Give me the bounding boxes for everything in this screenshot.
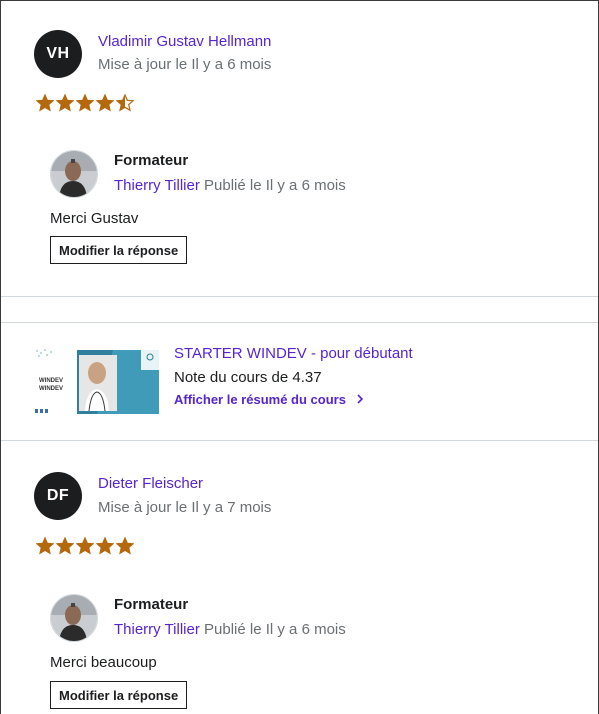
course-thumbnail[interactable]: WINDEV WINDEV [33, 347, 159, 417]
response-author-line: Thierry Tillier Publié le Il y a 6 mois [114, 621, 346, 638]
response-role: Formateur [114, 596, 189, 613]
course-summary-link-label: Afficher le résumé du cours [174, 392, 346, 407]
instructor-name[interactable]: Thierry Tillier [114, 177, 200, 194]
reviewer-name[interactable]: Vladimir Gustav Hellmann [98, 33, 271, 50]
course-title[interactable]: STARTER WINDEV - pour débutant [174, 345, 413, 362]
edit-response-button[interactable]: Modifier la réponse [50, 681, 188, 709]
avatar: DF [34, 472, 82, 520]
thumb-text: WINDEV [39, 378, 63, 384]
response-text: Merci Gustav [50, 210, 139, 227]
star-half-icon [116, 94, 134, 112]
star-rating [36, 94, 134, 112]
star-full-icon [56, 94, 74, 112]
instructor-avatar [50, 594, 98, 642]
chevron-right-icon [356, 392, 364, 407]
reviewer-name[interactable]: Dieter Fleischer [98, 475, 203, 492]
course-card: WINDEV WINDEV STARTER WINDEV - pour débu… [1, 322, 598, 441]
star-full-icon [96, 537, 114, 555]
avatar: VH [34, 30, 82, 78]
review-date: Mise à jour le Il y a 6 mois [98, 56, 272, 73]
response-author-line: Thierry Tillier Publié le Il y a 6 mois [114, 177, 346, 194]
instructor-name[interactable]: Thierry Tillier [114, 621, 200, 638]
avatar-initials: DF [46, 487, 70, 504]
response-date: Publié le Il y a 6 mois [204, 621, 346, 638]
star-full-icon [76, 94, 94, 112]
course-rating: Note du cours de 4.37 [174, 369, 322, 386]
star-full-icon [36, 537, 54, 555]
response-date: Publié le Il y a 6 mois [204, 177, 346, 194]
star-full-icon [76, 537, 94, 555]
section-gap [1, 297, 598, 322]
review-date: Mise à jour le Il y a 7 mois [98, 499, 272, 516]
instructor-avatar [50, 150, 98, 198]
edit-response-button[interactable]: Modifier la réponse [50, 236, 188, 264]
avatar-initials: VH [46, 45, 70, 62]
star-full-icon [56, 537, 74, 555]
star-rating [36, 537, 134, 555]
star-full-icon [36, 94, 54, 112]
course-summary-link[interactable]: Afficher le résumé du cours [174, 392, 364, 407]
thumb-text: WINDEV [39, 386, 63, 392]
review-card: VH Vladimir Gustav Hellmann Mise à jour … [1, 1, 598, 297]
star-full-icon [96, 94, 114, 112]
review-card: DF Dieter Fleischer Mise à jour le Il y … [1, 441, 598, 714]
response-role: Formateur [114, 152, 189, 169]
star-full-icon [116, 537, 134, 555]
response-text: Merci beaucoup [50, 654, 157, 671]
